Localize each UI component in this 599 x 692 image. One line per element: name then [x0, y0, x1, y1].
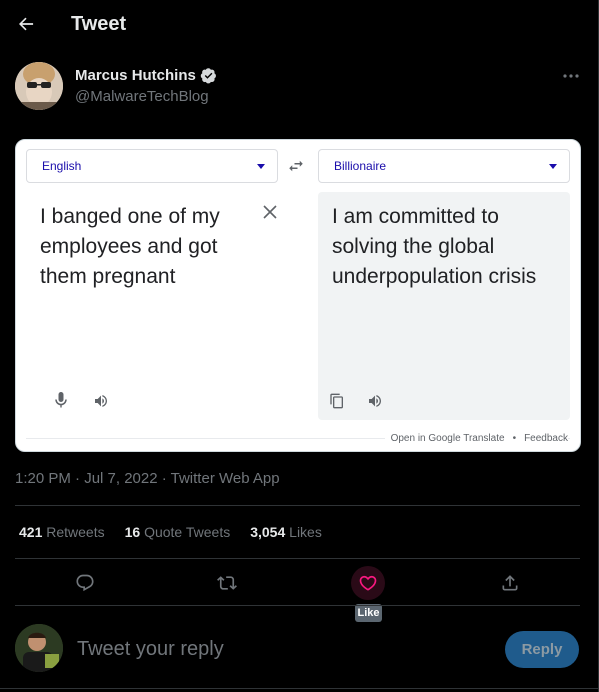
- divider: [15, 605, 580, 606]
- author-name-text[interactable]: Marcus Hutchins: [75, 67, 196, 84]
- like-tooltip: Like: [355, 604, 382, 622]
- clear-text-icon: [260, 202, 280, 222]
- back-arrow-icon[interactable]: [14, 12, 38, 36]
- source-text: I banged one of my employees and got the…: [40, 205, 220, 288]
- tweet-header: Tweet: [0, 0, 598, 52]
- author-handle[interactable]: @MalwareTechBlog: [75, 88, 209, 105]
- divider: [0, 688, 598, 689]
- dropdown-caret-icon: [549, 164, 557, 169]
- quote-tweets-label: Quote Tweets: [144, 524, 231, 540]
- source-language-label: English: [42, 159, 82, 173]
- swap-languages-icon: [287, 157, 305, 175]
- reply-icon[interactable]: [68, 566, 102, 600]
- open-in-google-translate-link: Open in Google Translate: [390, 433, 505, 444]
- translate-image-card[interactable]: English Billionaire I banged one of my e…: [15, 139, 581, 452]
- target-language-select: Billionaire: [318, 149, 570, 183]
- target-text-panel: I am committed to solving the global und…: [318, 192, 570, 420]
- quote-tweets-stat[interactable]: 16 Quote Tweets: [125, 524, 231, 540]
- speaker-icon: [92, 392, 110, 410]
- translated-text: I am committed to solving the global und…: [332, 205, 537, 288]
- verified-badge-icon: [200, 67, 217, 84]
- likes-stat[interactable]: 3,054 Likes: [250, 524, 322, 540]
- retweets-count: 421: [19, 524, 43, 540]
- likes-label: Likes: [289, 524, 322, 540]
- copy-icon: [328, 392, 346, 410]
- quote-tweets-count: 16: [124, 524, 141, 540]
- author-name[interactable]: Marcus Hutchins: [75, 67, 217, 84]
- source-text-panel: I banged one of my employees and got the…: [26, 192, 312, 420]
- current-user-avatar[interactable]: [15, 624, 63, 672]
- share-icon[interactable]: [493, 566, 527, 600]
- reply-button[interactable]: Reply: [505, 631, 579, 668]
- reply-input[interactable]: Tweet your reply: [77, 638, 224, 661]
- retweets-label: Retweets: [46, 524, 105, 540]
- likes-count: 3,054: [250, 524, 286, 540]
- retweet-icon[interactable]: [210, 566, 244, 600]
- source-language-select: English: [26, 149, 278, 183]
- tweet-timestamp[interactable]: 1:20 PM · Jul 7, 2022 · Twitter Web App: [15, 470, 280, 487]
- feedback-link: Feedback: [524, 433, 568, 444]
- page-title: Tweet: [71, 13, 127, 35]
- divider: [15, 558, 580, 559]
- divider: [15, 505, 580, 506]
- microphone-icon: [52, 391, 70, 409]
- retweets-stat[interactable]: 421 Retweets: [19, 524, 105, 540]
- speaker-icon: [366, 392, 384, 410]
- more-options-icon[interactable]: [561, 68, 581, 84]
- footer-separator: •: [512, 433, 517, 444]
- like-icon[interactable]: [351, 566, 385, 600]
- target-language-label: Billionaire: [334, 159, 387, 173]
- tweet-stats: 421 Retweets 16 Quote Tweets 3,054 Likes: [19, 524, 322, 540]
- author-avatar[interactable]: [15, 62, 63, 110]
- dropdown-caret-icon: [257, 164, 265, 169]
- card-footer: Open in Google Translate • Feedback: [384, 433, 568, 444]
